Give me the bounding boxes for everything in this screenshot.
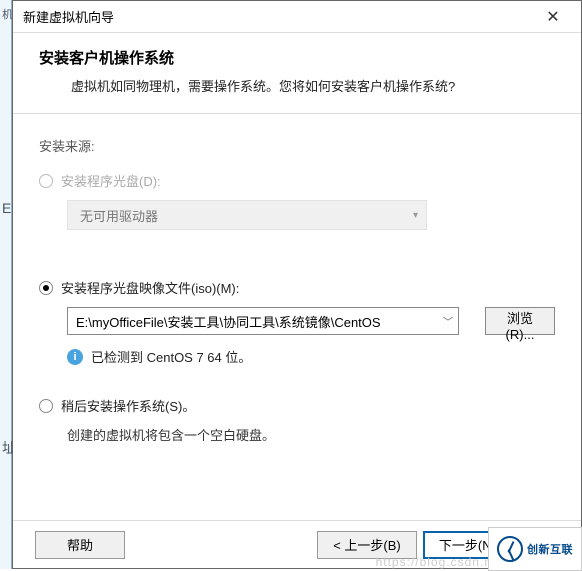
- wizard-dialog: 新建虚拟机向导 ✕ 安装客户机操作系统 虚拟机如同物理机，需要操作系统。您将如何…: [12, 0, 582, 569]
- logo-text: 创新互联: [527, 541, 573, 557]
- close-icon: ✕: [546, 7, 559, 27]
- background-fragment: 机 E 址: [0, 0, 12, 569]
- logo-overlay: 创新互联: [488, 527, 582, 571]
- info-icon: i: [67, 349, 83, 365]
- window-title: 新建虚拟机向导: [23, 7, 114, 26]
- wizard-body: 安装来源: 安装程序光盘(D): 无可用驱动器 ▾ 安装程序光盘映像文件(iso…: [13, 114, 581, 454]
- drive-select-text: 无可用驱动器: [80, 206, 158, 225]
- chevron-down-icon: ▾: [413, 210, 418, 221]
- option-iso-label: 安装程序光盘映像文件(iso)(M):: [61, 278, 239, 297]
- install-source-label: 安装来源:: [39, 136, 555, 155]
- logo-icon: [497, 536, 523, 562]
- help-button[interactable]: 帮助: [35, 531, 125, 559]
- titlebar: 新建虚拟机向导 ✕: [13, 1, 581, 33]
- option-installer-disc: 安装程序光盘(D):: [39, 171, 555, 190]
- bg-char-2: E: [2, 200, 11, 216]
- radio-install-later[interactable]: [39, 399, 53, 413]
- option-install-later[interactable]: 稍后安装操作系统(S)。: [39, 396, 555, 415]
- detection-row: i 已检测到 CentOS 7 64 位。: [67, 347, 555, 366]
- close-button[interactable]: ✕: [533, 3, 573, 31]
- drive-select: 无可用驱动器 ▾: [67, 200, 427, 230]
- radio-iso[interactable]: [39, 281, 53, 295]
- header-subtitle: 虚拟机如同物理机，需要操作系统。您将如何安装客户机操作系统?: [39, 76, 555, 95]
- option-install-later-label: 稍后安装操作系统(S)。: [61, 396, 195, 415]
- install-later-desc: 创建的虚拟机将包含一个空白硬盘。: [67, 425, 555, 444]
- iso-path-input[interactable]: [67, 307, 459, 335]
- wizard-header: 安装客户机操作系统 虚拟机如同物理机，需要操作系统。您将如何安装客户机操作系统?: [13, 33, 581, 114]
- header-title: 安装客户机操作系统: [39, 47, 555, 68]
- detection-text: 已检测到 CentOS 7 64 位。: [91, 347, 251, 366]
- radio-installer-disc: [39, 174, 53, 188]
- option-iso[interactable]: 安装程序光盘映像文件(iso)(M):: [39, 278, 555, 297]
- option-installer-disc-label: 安装程序光盘(D):: [61, 171, 161, 190]
- browse-button[interactable]: 浏览(R)...: [485, 307, 555, 335]
